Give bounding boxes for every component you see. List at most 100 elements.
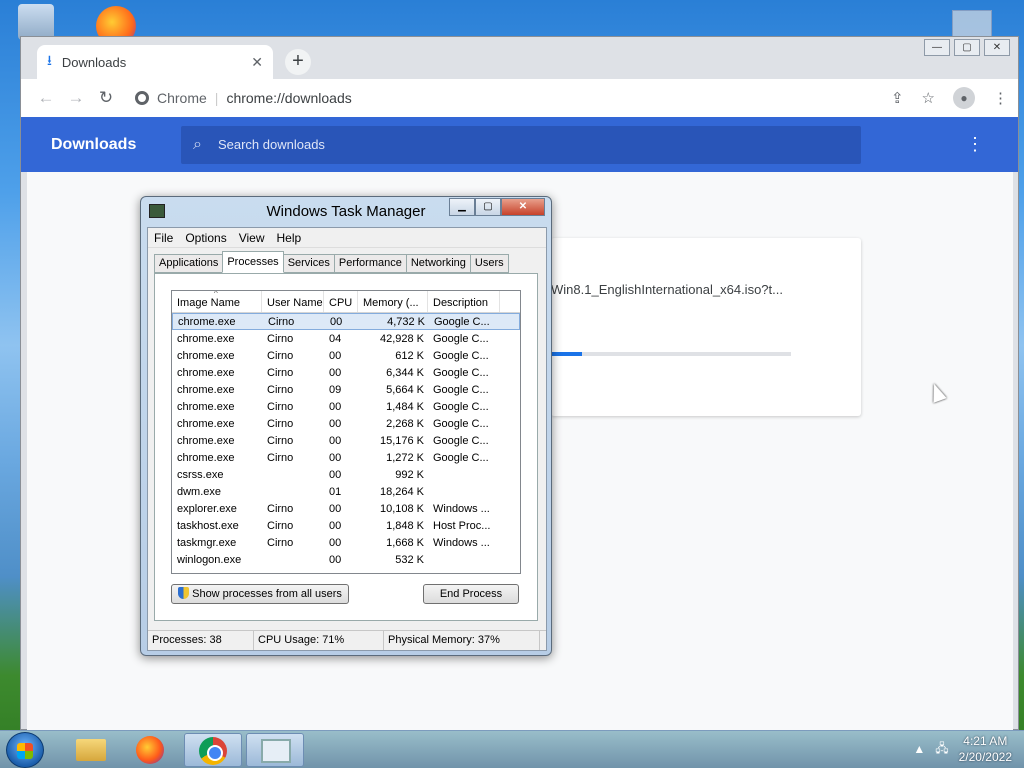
- address-bar[interactable]: Chrome | chrome://downloads: [135, 90, 891, 106]
- tab-close-icon[interactable]: ✕: [251, 54, 263, 71]
- column-memory[interactable]: Memory (...: [358, 291, 428, 312]
- bookmark-star-icon[interactable]: ☆: [922, 89, 935, 107]
- table-row[interactable]: csrss.exe 00 992 K: [172, 466, 520, 483]
- firefox-icon: [136, 736, 164, 764]
- new-tab-button[interactable]: +: [285, 49, 311, 75]
- table-row[interactable]: chrome.exe Cirno 09 5,664 K Google C...: [172, 381, 520, 398]
- taskbar-task-manager[interactable]: [246, 733, 304, 767]
- download-icon: ⭳: [47, 52, 52, 68]
- tm-minimize-button[interactable]: ▁: [449, 198, 475, 216]
- tab-performance[interactable]: Performance: [333, 254, 407, 273]
- tab-strip: Applications Processes Services Performa…: [154, 251, 509, 273]
- tab-services[interactable]: Services: [282, 254, 335, 273]
- recycle-bin-icon[interactable]: [18, 4, 54, 40]
- search-input[interactable]: [217, 137, 818, 152]
- cell-image-name: chrome.exe: [177, 417, 235, 430]
- cell-user-name: Cirno: [267, 366, 294, 379]
- tm-close-button[interactable]: ✕: [501, 198, 545, 216]
- menu-bar: File Options View Help: [148, 228, 546, 248]
- download-item: Win8.1_EnglishInternational_x64.iso?t...: [551, 238, 861, 416]
- task-manager-titlebar[interactable]: Windows Task Manager ▁ ▢ ✕: [141, 197, 551, 225]
- column-user-name[interactable]: User Name: [262, 291, 324, 312]
- tm-maximize-button[interactable]: ▢: [475, 198, 501, 216]
- processes-panel: ^ Image Name User Name CPU Memory (... D…: [154, 273, 538, 621]
- share-icon[interactable]: ⇪: [891, 89, 904, 107]
- table-row[interactable]: taskhost.exe Cirno 00 1,848 K Host Proc...: [172, 517, 520, 534]
- table-row[interactable]: chrome.exe Cirno 00 1,272 K Google C...: [172, 449, 520, 466]
- end-process-button[interactable]: End Process: [423, 584, 519, 604]
- cell-user-name: Cirno: [267, 332, 294, 345]
- cell-image-name: dwm.exe: [177, 485, 222, 498]
- forward-button[interactable]: →: [61, 88, 91, 108]
- process-rows: chrome.exe Cirno 00 4,732 K Google C... chrom…: [172, 313, 520, 568]
- cell-image-name: taskmgr.exe: [177, 536, 237, 549]
- table-row[interactable]: explorer.exe Cirno 00 10,108 K Windows ...: [172, 500, 520, 517]
- profile-avatar[interactable]: ●: [953, 87, 975, 109]
- clock[interactable]: 4:21 AM 2/20/2022: [959, 733, 1012, 765]
- tab-downloads[interactable]: ⭳ Downloads ✕: [37, 45, 273, 79]
- table-row[interactable]: chrome.exe Cirno 00 2,268 K Google C...: [172, 415, 520, 432]
- tray-expand-icon[interactable]: ▲: [913, 742, 925, 756]
- minimize-button[interactable]: —: [924, 39, 950, 56]
- reload-button[interactable]: ↻: [91, 88, 121, 108]
- task-manager-window: Windows Task Manager ▁ ▢ ✕ File Options …: [140, 196, 552, 656]
- cell-cpu: 00: [330, 315, 343, 328]
- table-row[interactable]: winlogon.exe 00 532 K: [172, 551, 520, 568]
- start-button[interactable]: [6, 732, 44, 768]
- table-row[interactable]: dwm.exe 01 18,264 K: [172, 483, 520, 500]
- status-physical-memory: Physical Memory: 37%: [384, 631, 540, 650]
- tab-networking[interactable]: Networking: [405, 254, 471, 273]
- tab-processes[interactable]: Processes: [222, 251, 284, 273]
- tab-users[interactable]: Users: [469, 254, 509, 273]
- back-button[interactable]: ←: [31, 88, 61, 108]
- cell-cpu: 00: [329, 434, 342, 447]
- table-row[interactable]: chrome.exe Cirno 00 612 K Google C...: [172, 347, 520, 364]
- search-box[interactable]: ⌕: [181, 125, 861, 164]
- table-row[interactable]: chrome.exe Cirno 00 4,732 K Google C...: [172, 313, 520, 330]
- omnibox-separator: |: [214, 90, 219, 106]
- column-description[interactable]: Description: [428, 291, 500, 312]
- downloads-header: Downloads ⌕ ⋮: [21, 117, 1018, 172]
- taskbar: ▲ 🖧 4:21 AM 2/20/2022: [0, 730, 1024, 768]
- cell-cpu: 00: [329, 536, 342, 549]
- show-all-processes-button[interactable]: Show processes from all users: [171, 584, 349, 604]
- cell-memory: 1,848 K: [386, 519, 424, 532]
- cell-description: Google C...: [433, 400, 489, 413]
- table-row[interactable]: chrome.exe Cirno 00 1,484 K Google C...: [172, 398, 520, 415]
- cell-description: Windows ...: [433, 502, 490, 515]
- folder-icon: [76, 739, 106, 761]
- taskbar-chrome[interactable]: [184, 733, 242, 767]
- menu-file[interactable]: File: [148, 231, 179, 245]
- browser-toolbar: ← → ↻ Chrome | chrome://downloads ⇪ ☆ ● …: [21, 79, 1018, 117]
- table-row[interactable]: taskmgr.exe Cirno 00 1,668 K Windows ...: [172, 534, 520, 551]
- chrome-icon: [199, 737, 227, 765]
- cell-image-name: chrome.exe: [177, 434, 235, 447]
- cell-cpu: 00: [329, 349, 342, 362]
- download-progress-bar: [551, 352, 791, 356]
- menu-options[interactable]: Options: [179, 231, 232, 245]
- tab-applications[interactable]: Applications: [154, 254, 224, 273]
- download-file-name[interactable]: Win8.1_EnglishInternational_x64.iso?t...: [551, 282, 783, 297]
- status-bar: Processes: 38 CPU Usage: 71% Physical Me…: [148, 630, 546, 650]
- table-row[interactable]: chrome.exe Cirno 00 6,344 K Google C...: [172, 364, 520, 381]
- process-list: ^ Image Name User Name CPU Memory (... D…: [171, 290, 521, 574]
- close-button[interactable]: ✕: [984, 39, 1010, 56]
- chrome-menu-icon[interactable]: ⋮: [993, 89, 1008, 107]
- cell-cpu: 09: [329, 383, 342, 396]
- taskbar-explorer[interactable]: [62, 733, 120, 767]
- menu-view[interactable]: View: [233, 231, 271, 245]
- chrome-site-icon: [135, 91, 149, 105]
- cell-image-name: explorer.exe: [177, 502, 237, 515]
- cell-user-name: Cirno: [267, 417, 294, 430]
- network-icon[interactable]: 🖧: [935, 739, 948, 760]
- table-row[interactable]: chrome.exe Cirno 00 15,176 K Google C...: [172, 432, 520, 449]
- cell-memory: 1,668 K: [386, 536, 424, 549]
- cell-description: Google C...: [433, 366, 489, 379]
- downloads-menu-icon[interactable]: ⋮: [966, 134, 984, 155]
- column-cpu[interactable]: CPU: [324, 291, 358, 312]
- menu-help[interactable]: Help: [271, 231, 308, 245]
- taskbar-firefox[interactable]: [122, 733, 180, 767]
- tab-title: Downloads: [61, 54, 127, 70]
- maximize-button[interactable]: ▢: [954, 39, 980, 56]
- table-row[interactable]: chrome.exe Cirno 04 42,928 K Google C...: [172, 330, 520, 347]
